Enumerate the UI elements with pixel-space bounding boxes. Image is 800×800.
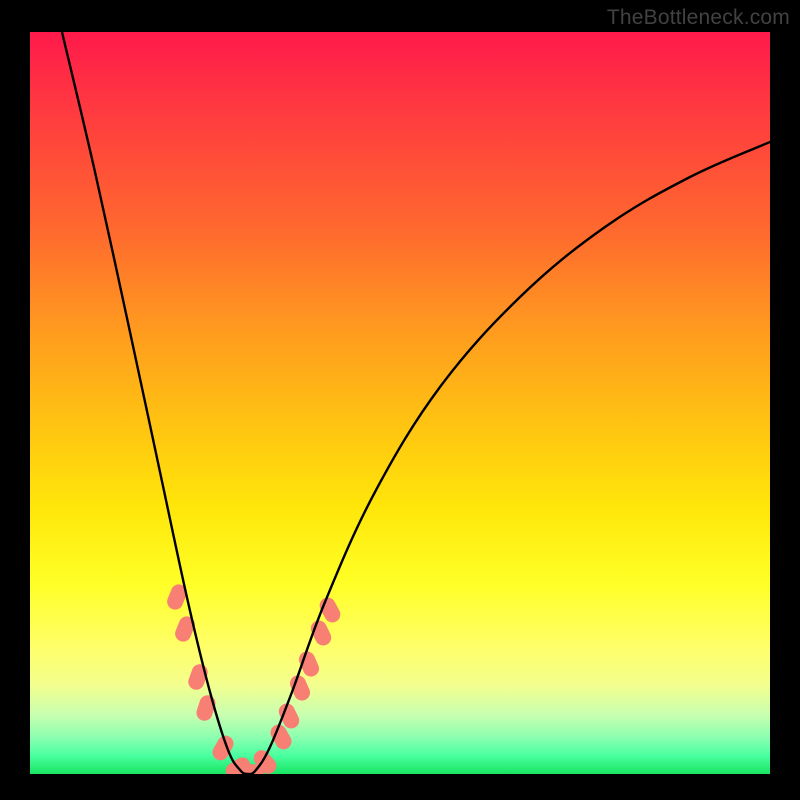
data-markers bbox=[165, 582, 343, 774]
data-marker bbox=[296, 649, 321, 679]
watermark-text: TheBottleneck.com bbox=[607, 6, 790, 30]
chart-frame: TheBottleneck.com bbox=[0, 0, 800, 800]
plot-area bbox=[30, 32, 770, 774]
data-marker bbox=[287, 673, 312, 703]
bottleneck-curve bbox=[62, 32, 770, 774]
curve-svg bbox=[30, 32, 770, 774]
